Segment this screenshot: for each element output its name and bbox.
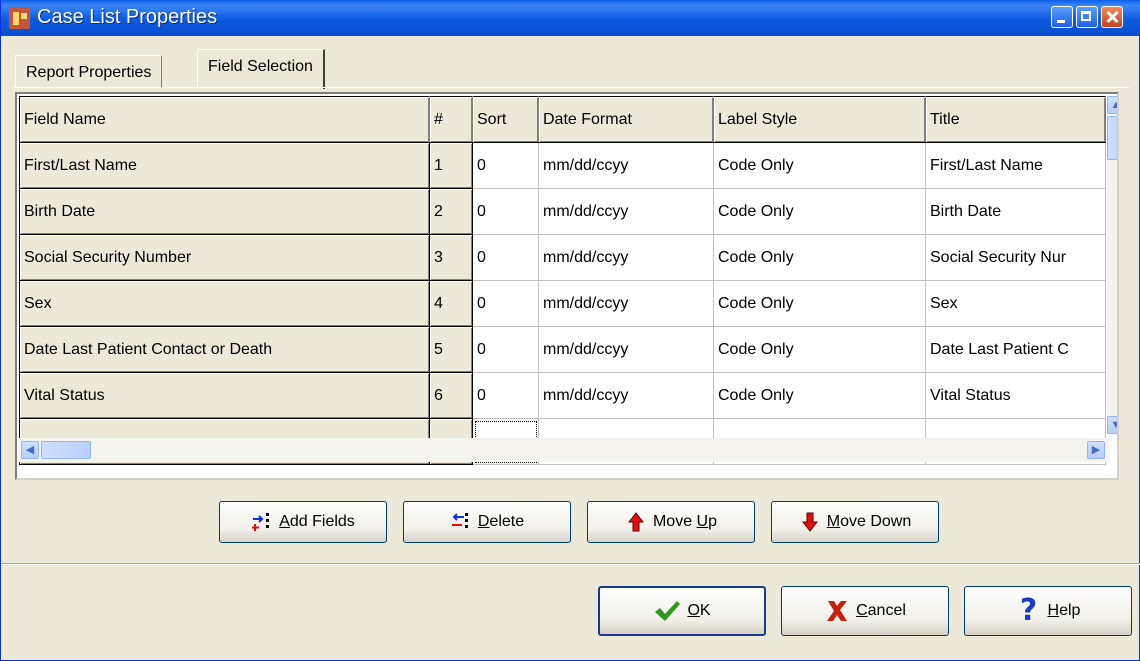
horizontal-scroll-thumb[interactable] bbox=[41, 441, 91, 459]
column-header-date-format[interactable]: Date Format bbox=[538, 96, 714, 143]
close-button[interactable] bbox=[1101, 6, 1123, 28]
title-cell[interactable]: Vital Status bbox=[925, 372, 1106, 419]
cancel-button[interactable]: Cancel bbox=[781, 586, 949, 636]
vertical-scrollbar[interactable]: ▲ ▼ bbox=[1107, 96, 1117, 434]
sort-cell[interactable]: 0 bbox=[472, 326, 539, 373]
dialog-window: Case List Properties Report Properties F… bbox=[0, 0, 1140, 661]
horizontal-scrollbar[interactable]: ◀ ▶ bbox=[19, 438, 1109, 462]
label-style-cell[interactable]: Code Only bbox=[713, 142, 926, 189]
tab-report-properties[interactable]: Report Properties bbox=[15, 55, 163, 88]
field-name-cell[interactable]: First/Last Name bbox=[19, 142, 430, 189]
window-title: Case List Properties bbox=[37, 6, 218, 28]
title-cell[interactable]: Birth Date bbox=[925, 188, 1106, 235]
sort-cell[interactable]: 0 bbox=[472, 142, 539, 189]
ok-button[interactable]: OK bbox=[598, 586, 766, 636]
checkmark-icon bbox=[655, 601, 681, 621]
column-header-field-name[interactable]: Field Name bbox=[19, 96, 430, 143]
help-question-icon: ? bbox=[1019, 593, 1038, 628]
add-fields-button[interactable]: Add Fields bbox=[219, 501, 387, 543]
number-cell: 5 bbox=[429, 326, 473, 373]
label-style-cell[interactable]: Code Only bbox=[713, 372, 926, 419]
add-fields-icon bbox=[252, 513, 270, 531]
table-row[interactable]: Date Last Patient Contact or Death 5 0 m… bbox=[19, 326, 1106, 373]
title-bar[interactable]: Case List Properties bbox=[1, 0, 1140, 36]
move-up-button[interactable]: Move Up bbox=[587, 501, 755, 543]
add-fields-label: Add Fields bbox=[279, 513, 355, 530]
column-header-label-style[interactable]: Label Style bbox=[713, 96, 926, 143]
date-format-cell[interactable]: mm/dd/ccyy bbox=[538, 234, 714, 281]
app-icon bbox=[9, 8, 30, 29]
arrow-down-icon bbox=[801, 512, 818, 532]
separator bbox=[1, 563, 1140, 565]
field-name-cell[interactable]: Sex bbox=[19, 280, 430, 327]
delete-icon bbox=[451, 513, 468, 528]
title-cell[interactable]: First/Last Name bbox=[925, 142, 1106, 189]
delete-label: Delete bbox=[477, 513, 525, 530]
sort-cell[interactable]: 0 bbox=[472, 280, 539, 327]
number-cell: 3 bbox=[429, 234, 473, 281]
maximize-button[interactable] bbox=[1076, 6, 1098, 28]
move-down-label: Move Down bbox=[826, 513, 912, 530]
title-cell[interactable]: Sex bbox=[925, 280, 1106, 327]
field-grid[interactable]: Field Name # Sort Date Format Label Styl… bbox=[15, 92, 1119, 480]
delete-button[interactable]: Delete bbox=[403, 501, 571, 543]
table-row[interactable]: Birth Date 2 0 mm/dd/ccyy Code Only Birt… bbox=[19, 188, 1106, 235]
arrow-up-icon bbox=[627, 512, 644, 532]
number-cell: 4 bbox=[429, 280, 473, 327]
tab-panel-edge bbox=[13, 87, 1129, 88]
ok-label: OK bbox=[687, 602, 711, 619]
table-row[interactable]: First/Last Name 1 0 mm/dd/ccyy Code Only… bbox=[19, 142, 1106, 189]
label-style-cell[interactable]: Code Only bbox=[713, 234, 926, 281]
field-table: Field Name # Sort Date Format Label Styl… bbox=[19, 96, 1106, 465]
label-style-cell[interactable]: Code Only bbox=[713, 326, 926, 373]
cancel-label: Cancel bbox=[856, 602, 906, 619]
vertical-scroll-thumb[interactable] bbox=[1107, 116, 1117, 160]
sort-cell[interactable]: 0 bbox=[472, 372, 539, 419]
tab-field-selection[interactable]: Field Selection bbox=[197, 49, 325, 89]
field-name-cell[interactable]: Date Last Patient Contact or Death bbox=[19, 326, 430, 373]
title-cell[interactable]: Date Last Patient C bbox=[925, 326, 1106, 373]
column-header-title[interactable]: Title bbox=[925, 96, 1106, 143]
label-style-cell[interactable]: Code Only bbox=[713, 280, 926, 327]
title-cell[interactable]: Social Security Nur bbox=[925, 234, 1106, 281]
date-format-cell[interactable]: mm/dd/ccyy bbox=[538, 372, 714, 419]
minimize-button[interactable] bbox=[1051, 6, 1073, 28]
date-format-cell[interactable]: mm/dd/ccyy bbox=[538, 280, 714, 327]
column-header-sort[interactable]: Sort bbox=[472, 96, 539, 143]
date-format-cell[interactable]: mm/dd/ccyy bbox=[538, 188, 714, 235]
help-button[interactable]: ? Help bbox=[964, 586, 1132, 636]
scroll-left-icon[interactable]: ◀ bbox=[21, 441, 39, 459]
column-header-number[interactable]: # bbox=[429, 96, 473, 143]
table-row[interactable]: Sex 4 0 mm/dd/ccyy Code Only Sex bbox=[19, 280, 1106, 327]
date-format-cell[interactable]: mm/dd/ccyy bbox=[538, 142, 714, 189]
header-row: Field Name # Sort Date Format Label Styl… bbox=[19, 96, 1106, 143]
scroll-down-icon[interactable]: ▼ bbox=[1107, 416, 1117, 434]
label-style-cell[interactable]: Code Only bbox=[713, 188, 926, 235]
number-cell: 6 bbox=[429, 372, 473, 419]
help-label: Help bbox=[1047, 602, 1081, 619]
move-down-button[interactable]: Move Down bbox=[771, 501, 939, 543]
field-name-cell[interactable]: Vital Status bbox=[19, 372, 430, 419]
table-row[interactable]: Vital Status 6 0 mm/dd/ccyy Code Only Vi… bbox=[19, 372, 1106, 419]
sort-cell[interactable]: 0 bbox=[472, 234, 539, 281]
cancel-x-icon bbox=[827, 601, 848, 621]
field-name-cell[interactable]: Social Security Number bbox=[19, 234, 430, 281]
sort-cell[interactable]: 0 bbox=[472, 188, 539, 235]
date-format-cell[interactable]: mm/dd/ccyy bbox=[538, 326, 714, 373]
number-cell: 2 bbox=[429, 188, 473, 235]
field-name-cell[interactable]: Birth Date bbox=[19, 188, 430, 235]
number-cell: 1 bbox=[429, 142, 473, 189]
scroll-up-icon[interactable]: ▲ bbox=[1107, 96, 1117, 114]
table-row[interactable]: Social Security Number 3 0 mm/dd/ccyy Co… bbox=[19, 234, 1106, 281]
move-up-label: Move Up bbox=[652, 513, 718, 530]
scroll-right-icon[interactable]: ▶ bbox=[1087, 441, 1105, 459]
